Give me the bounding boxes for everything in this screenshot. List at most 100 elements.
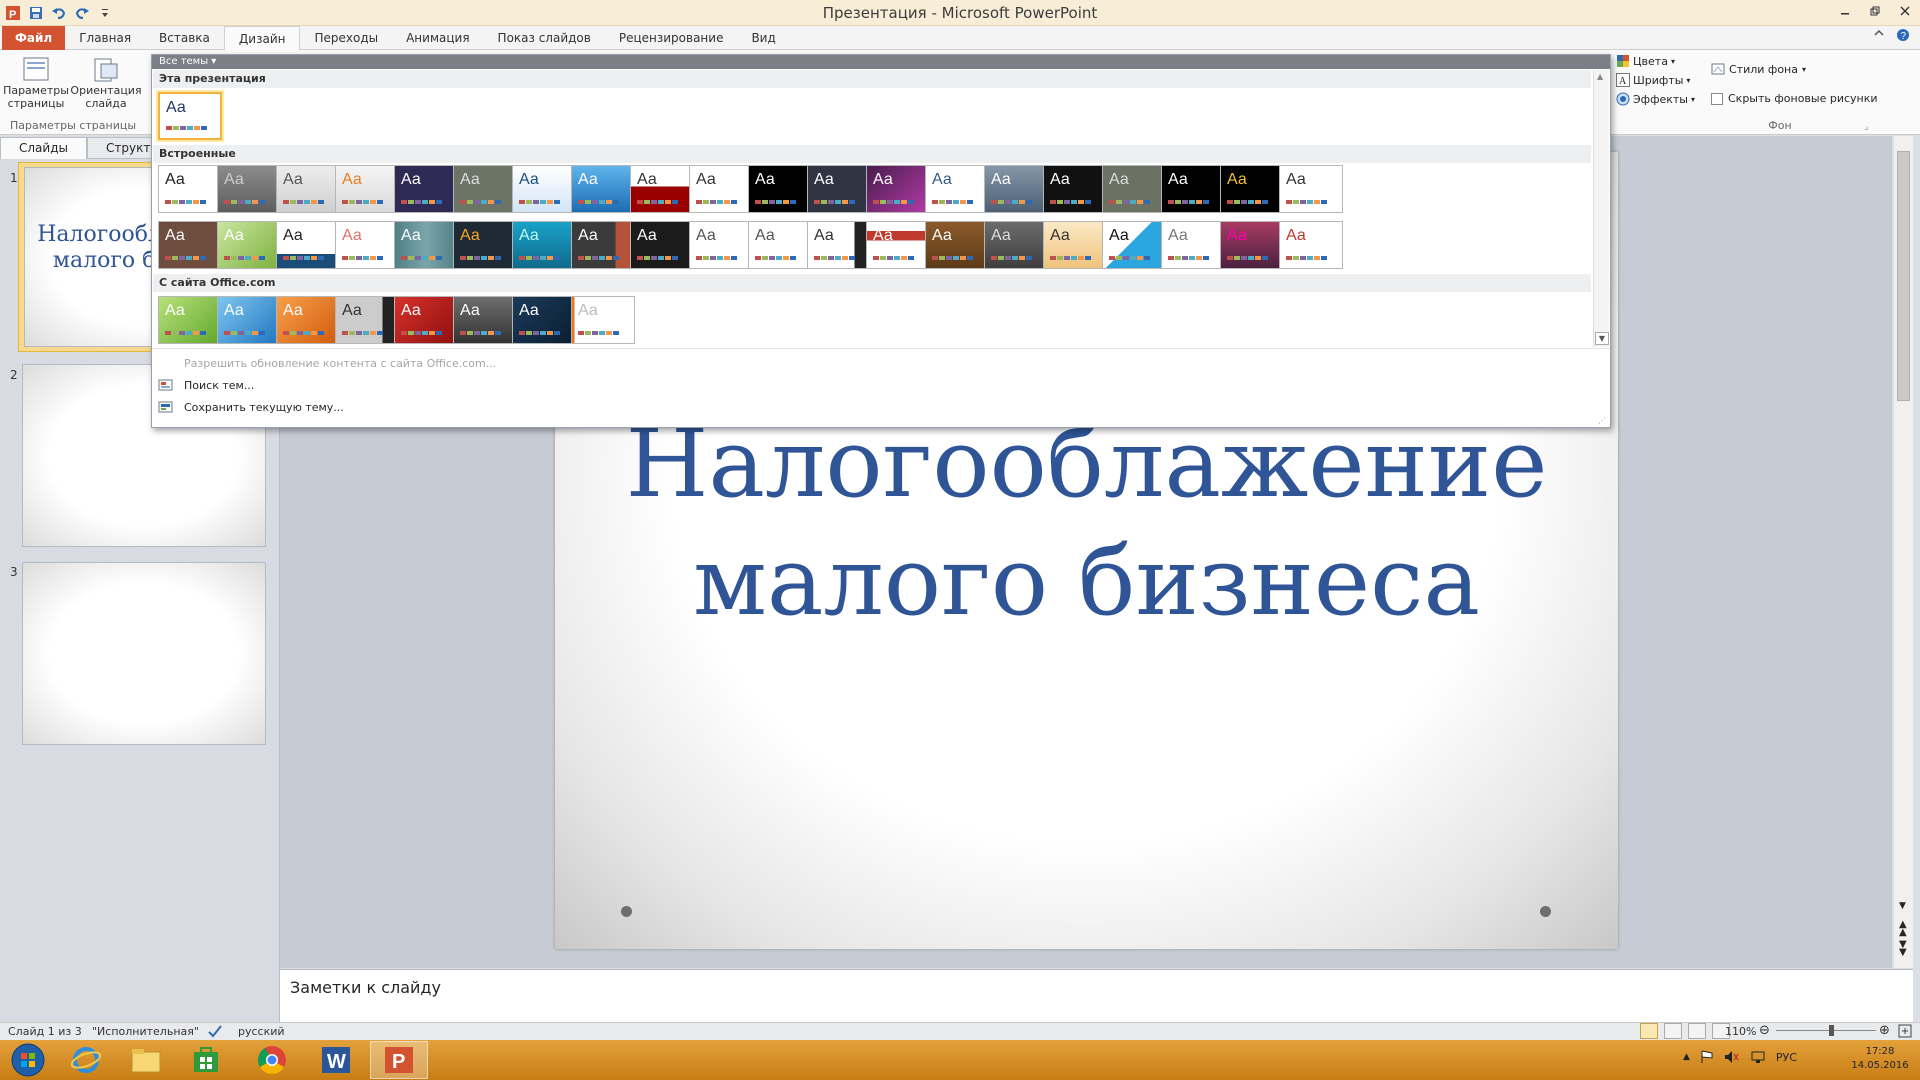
theme-builtin-9[interactable]: Аа [630, 165, 694, 213]
scroll-down-icon[interactable]: ▼ [1899, 901, 1906, 911]
theme-builtin-3[interactable]: Аа [276, 165, 340, 213]
theme-builtin-30[interactable]: Аа [689, 221, 753, 269]
theme-office-8[interactable]: Аа [571, 296, 635, 344]
save-theme-menu-item[interactable]: Сохранить текущую тему... [152, 396, 1610, 418]
tab-view[interactable]: Вид [737, 26, 789, 50]
undo-icon[interactable] [49, 3, 69, 23]
network-icon[interactable] [1750, 1050, 1766, 1064]
help-icon[interactable]: ? [1896, 28, 1910, 42]
theme-builtin-23[interactable]: Аа [276, 221, 340, 269]
theme-office-7[interactable]: Аа [512, 296, 576, 344]
slide-title[interactable]: Налогооблажение малого бизнеса [555, 405, 1618, 641]
action-center-icon[interactable] [1700, 1050, 1714, 1064]
effects-button[interactable]: Эффекты ▾ [1616, 92, 1695, 106]
theme-builtin-15[interactable]: Аа [984, 165, 1048, 213]
theme-builtin-31[interactable]: Аа [748, 221, 812, 269]
spellcheck-icon[interactable] [207, 1024, 223, 1038]
tab-home[interactable]: Главная [65, 26, 145, 50]
theme-builtin-7[interactable]: Аа [512, 165, 576, 213]
tab-slides[interactable]: Слайды [0, 137, 87, 159]
minimize-ribbon-icon[interactable] [1874, 28, 1884, 42]
theme-office-3[interactable]: Аа [276, 296, 340, 344]
background-dialog-launcher[interactable]: ⌟ [1864, 122, 1868, 132]
theme-office-2[interactable]: Аа [217, 296, 281, 344]
theme-current-presentation[interactable]: Аа [158, 92, 222, 140]
theme-builtin-25[interactable]: Аа [394, 221, 458, 269]
restore-icon[interactable] [1860, 0, 1890, 22]
volume-icon[interactable] [1724, 1050, 1740, 1064]
theme-builtin-6[interactable]: Аа [453, 165, 517, 213]
resize-grip-icon[interactable]: ⋰ [1598, 416, 1606, 425]
theme-builtin-34[interactable]: Аа [925, 221, 989, 269]
gallery-scroll-down-icon[interactable]: ▼ [1595, 332, 1609, 345]
fit-to-window-icon[interactable] [1898, 1024, 1912, 1038]
theme-builtin-28[interactable]: Аа [571, 221, 635, 269]
theme-builtin-33[interactable]: Аа [866, 221, 930, 269]
tray-expand-icon[interactable]: ▲ [1683, 1052, 1690, 1062]
theme-office-5[interactable]: Аа [394, 296, 458, 344]
theme-builtin-36[interactable]: Аа [1043, 221, 1107, 269]
input-language[interactable]: РУС [1776, 1051, 1797, 1064]
theme-office-1[interactable]: Аа [158, 296, 222, 344]
theme-builtin-14[interactable]: Аа [925, 165, 989, 213]
internet-explorer-icon[interactable] [60, 1041, 112, 1079]
tab-animations[interactable]: Анимация [392, 26, 483, 50]
theme-builtin-29[interactable]: Аа [630, 221, 694, 269]
theme-builtin-10[interactable]: Аа [689, 165, 753, 213]
theme-builtin-20[interactable]: Аа [1279, 165, 1343, 213]
slide-thumbnail-3[interactable] [22, 562, 266, 745]
clock[interactable]: 17:28 14.05.2016 [1850, 1045, 1910, 1073]
save-icon[interactable] [26, 3, 46, 23]
hide-background-checkbox[interactable] [1711, 92, 1723, 105]
theme-builtin-18[interactable]: Аа [1161, 165, 1225, 213]
store-icon[interactable] [180, 1041, 232, 1079]
search-themes-menu-item[interactable]: Поиск тем... [152, 374, 1610, 396]
allow-update-menu-item[interactable]: Разрешить обновление контента с сайта Of… [152, 352, 1610, 374]
colors-button[interactable]: Цвета ▾ [1616, 54, 1695, 68]
slide-sorter-icon[interactable] [1664, 1023, 1682, 1039]
gallery-scrollbar[interactable]: ▲ ▼ [1593, 70, 1609, 347]
gallery-scroll-up-icon[interactable]: ▲ [1597, 72, 1603, 81]
tab-review[interactable]: Рецензирование [605, 26, 738, 50]
fonts-button[interactable]: A Шрифты ▾ [1616, 73, 1695, 87]
theme-name[interactable]: "Исполнительная" [92, 1025, 199, 1038]
language-indicator[interactable]: русский [238, 1025, 285, 1038]
theme-builtin-4[interactable]: Аа [335, 165, 399, 213]
word-icon[interactable]: W [310, 1041, 362, 1079]
tab-insert[interactable]: Вставка [145, 26, 224, 50]
theme-builtin-17[interactable]: Аа [1102, 165, 1166, 213]
normal-view-icon[interactable] [1640, 1023, 1658, 1039]
redo-icon[interactable] [72, 3, 92, 23]
minimize-icon[interactable] [1830, 0, 1860, 22]
theme-builtin-2[interactable]: Аа [217, 165, 281, 213]
theme-builtin-8[interactable]: Аа [571, 165, 635, 213]
powerpoint-taskbar-icon[interactable]: P [370, 1041, 428, 1079]
theme-builtin-21[interactable]: Аа [158, 221, 222, 269]
slide-orientation-button[interactable]: Ориентация слайда [70, 56, 142, 110]
theme-builtin-35[interactable]: Аа [984, 221, 1048, 269]
theme-builtin-40[interactable]: Аа [1279, 221, 1343, 269]
theme-builtin-19[interactable]: Аа [1220, 165, 1284, 213]
theme-builtin-13[interactable]: Аа [866, 165, 930, 213]
theme-builtin-1[interactable]: Аа [158, 165, 222, 213]
theme-office-6[interactable]: Аа [453, 296, 517, 344]
theme-builtin-37[interactable]: Аа [1102, 221, 1166, 269]
zoom-out-icon[interactable]: ⊖ [1759, 1023, 1770, 1038]
theme-builtin-16[interactable]: Аа [1043, 165, 1107, 213]
tab-transitions[interactable]: Переходы [300, 26, 392, 50]
vertical-scrollbar[interactable]: ▼ ▲ ▲ ▼ ▼ [1893, 136, 1913, 968]
theme-builtin-39[interactable]: Аа [1220, 221, 1284, 269]
zoom-slider-thumb[interactable] [1829, 1025, 1834, 1036]
reading-view-icon[interactable] [1688, 1023, 1706, 1039]
theme-office-4[interactable]: Аа [335, 296, 399, 344]
previous-slide-icon[interactable]: ▲ ▲ [1899, 920, 1907, 938]
chrome-icon[interactable] [246, 1041, 298, 1079]
close-icon[interactable] [1890, 0, 1920, 22]
background-styles-button[interactable]: Стили фона ▾ [1711, 62, 1806, 76]
theme-builtin-11[interactable]: Аа [748, 165, 812, 213]
theme-builtin-26[interactable]: Аа [453, 221, 517, 269]
theme-builtin-27[interactable]: Аа [512, 221, 576, 269]
zoom-slider[interactable] [1776, 1030, 1876, 1031]
zoom-level[interactable]: 110% [1725, 1025, 1756, 1038]
theme-builtin-24[interactable]: Аа [335, 221, 399, 269]
